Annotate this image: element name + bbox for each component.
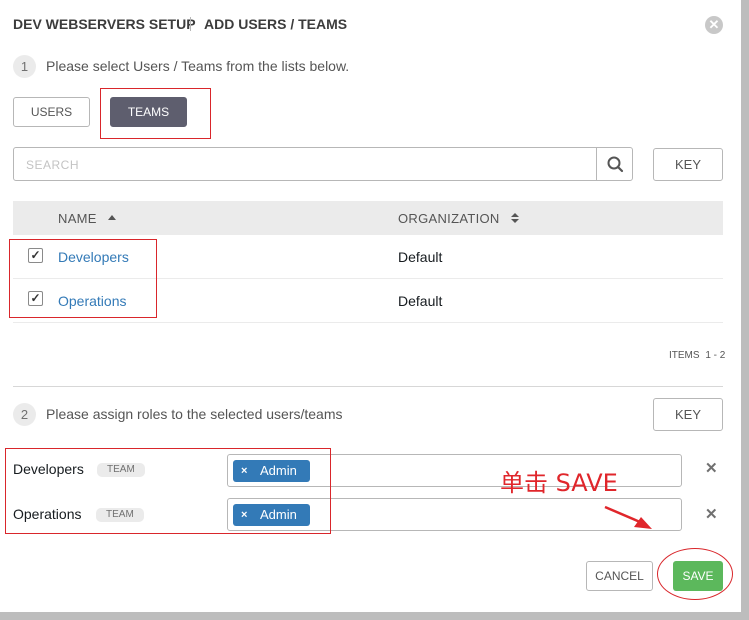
cancel-button[interactable]: CANCEL (586, 561, 653, 591)
items-count: ITEMS 1 - 2 (669, 350, 725, 361)
key-button-top[interactable]: KEY (653, 148, 723, 181)
sort-icon (510, 213, 519, 223)
modal-subtitle: ADD USERS / TEAMS (204, 16, 348, 32)
users-toggle-button[interactable]: USERS (13, 97, 90, 127)
search-placeholder: SEARCH (26, 158, 80, 172)
teams-highlight-box (100, 88, 211, 139)
section-divider (13, 386, 723, 387)
modal-title: DEV WEBSERVERS SETUP (13, 16, 196, 32)
save-highlight-ring (657, 548, 733, 600)
annotation-arrow-icon (604, 505, 652, 529)
row-organization: Default (398, 249, 443, 265)
column-organization-label: ORGANIZATION (398, 211, 500, 226)
items-range: 1 - 2 (705, 350, 726, 361)
table-header: NAME ORGANIZATION (13, 201, 723, 235)
row-organization: Default (398, 293, 443, 309)
key-button-bottom[interactable]: KEY (653, 398, 723, 431)
step-1-instructions: Please select Users / Teams from the lis… (46, 58, 350, 74)
header-divider (190, 17, 191, 31)
search-button[interactable] (596, 148, 632, 180)
step-1-indicator: 1 (13, 55, 36, 78)
remove-row-icon[interactable]: ✕ (705, 459, 718, 477)
search-icon (607, 156, 624, 173)
roles-highlight-box (5, 448, 331, 534)
remove-row-icon[interactable]: ✕ (705, 505, 718, 523)
search-field[interactable]: SEARCH (13, 147, 633, 181)
add-users-teams-modal: DEV WEBSERVERS SETUP ADD USERS / TEAMS ✕… (0, 0, 741, 612)
selected-teams-highlight-box (9, 239, 157, 318)
column-name-header[interactable]: NAME (58, 211, 117, 226)
close-icon[interactable]: ✕ (705, 16, 723, 34)
items-label: ITEMS (669, 350, 700, 361)
column-organization-header[interactable]: ORGANIZATION (398, 211, 520, 226)
sort-ascending-icon (107, 215, 116, 220)
annotation-text: 单击 SAVE (500, 469, 618, 497)
step-2-instructions: Please assign roles to the selected user… (46, 406, 343, 422)
column-name-label: NAME (58, 211, 97, 226)
step-2-indicator: 2 (13, 403, 36, 426)
